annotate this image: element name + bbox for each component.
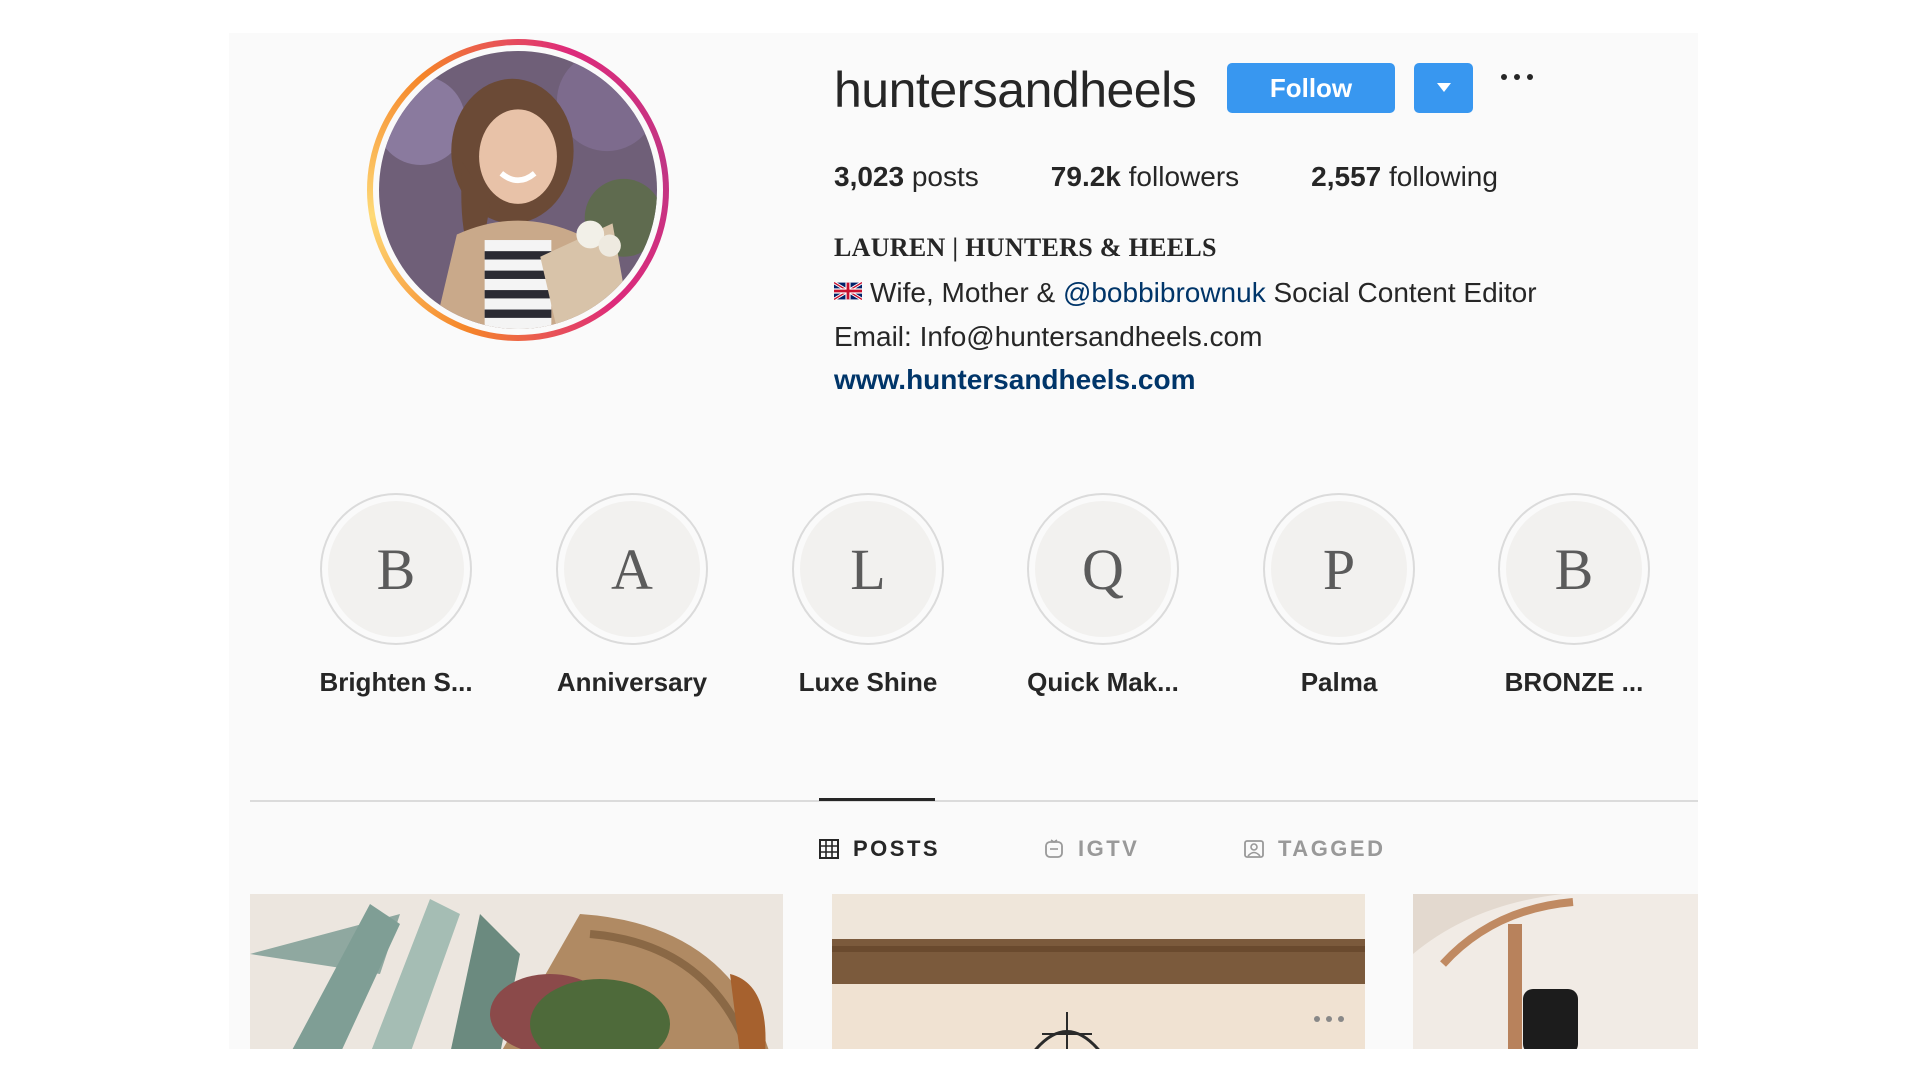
avatar-photo-icon <box>379 51 657 329</box>
more-options-button[interactable] <box>1497 61 1541 91</box>
highlight-label: BRONZE ... <box>1504 667 1644 697</box>
post-image-mirror-icon <box>1413 894 1698 1049</box>
highlight-label: Luxe Shine <box>798 667 938 697</box>
story-highlight[interactable]: A Anniversary <box>552 493 712 698</box>
highlight-label: Palma <box>1300 667 1378 697</box>
profile-panel: huntersandheels Follow 3,023 posts 79.2k… <box>229 33 1698 1049</box>
following-count[interactable]: 2,557 following <box>1311 161 1498 193</box>
post-image-plants-basket-icon <box>250 894 783 1049</box>
tagged-icon <box>1244 840 1264 858</box>
post-thumbnail[interactable] <box>1413 894 1698 1049</box>
bio-description: Wife, Mother & @bobbibrownuk Social Cont… <box>834 277 1537 309</box>
post-thumbnail[interactable] <box>250 894 783 1049</box>
chevron-down-icon <box>1437 83 1451 92</box>
profile-stats: 3,023 posts 79.2k followers 2,557 follow… <box>834 161 1570 193</box>
highlight-cover: Q <box>1027 493 1179 645</box>
more-dot-icon <box>1501 74 1507 80</box>
bio-website-link[interactable]: www.huntersandheels.com <box>834 364 1195 396</box>
bio-mention-link[interactable]: @bobbibrownuk <box>1063 277 1266 308</box>
highlight-cover: B <box>320 493 472 645</box>
active-tab-indicator <box>819 798 935 801</box>
more-dot-icon <box>1514 74 1520 80</box>
highlight-cover: B <box>1498 493 1650 645</box>
post-image-interior-icon <box>832 894 1365 1049</box>
more-dot-icon <box>1527 74 1533 80</box>
highlight-cover: A <box>556 493 708 645</box>
tab-posts[interactable]: POSTS <box>819 836 940 862</box>
story-highlight[interactable]: Q Quick Mak... <box>1023 493 1183 698</box>
uk-flag-icon <box>834 282 862 300</box>
avatar <box>379 51 657 329</box>
highlight-cover: P <box>1263 493 1415 645</box>
followers-count[interactable]: 79.2k followers <box>1051 161 1239 193</box>
bio-email: Email: Info@huntersandheels.com <box>834 321 1263 352</box>
profile-username: huntersandheels <box>834 62 1197 118</box>
tab-igtv[interactable]: IGTV <box>1044 836 1139 862</box>
post-thumbnail[interactable] <box>832 894 1365 1049</box>
igtv-icon <box>1045 839 1063 858</box>
posts-count: 3,023 posts <box>834 161 979 192</box>
bio-full-name: LAUREN | HUNTERS & HEELS <box>834 233 1217 262</box>
story-highlight[interactable]: P Palma <box>1259 493 1419 698</box>
story-highlight[interactable]: B Brighten S... <box>316 493 476 698</box>
grid-icon <box>819 839 839 859</box>
tabs-divider <box>250 800 1698 802</box>
highlight-label: Quick Mak... <box>1027 667 1179 697</box>
tab-tagged[interactable]: TAGGED <box>1244 836 1385 862</box>
highlight-label: Brighten S... <box>319 667 473 697</box>
highlight-label: Anniversary <box>556 667 708 697</box>
follow-button[interactable]: Follow <box>1227 63 1395 113</box>
page-canvas: huntersandheels Follow 3,023 posts 79.2k… <box>0 0 1920 1080</box>
highlight-cover: L <box>792 493 944 645</box>
suggested-dropdown-button[interactable] <box>1414 63 1473 113</box>
avatar-story-ring[interactable] <box>367 39 669 341</box>
story-highlight[interactable]: B BRONZE ... <box>1494 493 1654 698</box>
story-highlight[interactable]: L Luxe Shine <box>788 493 948 698</box>
